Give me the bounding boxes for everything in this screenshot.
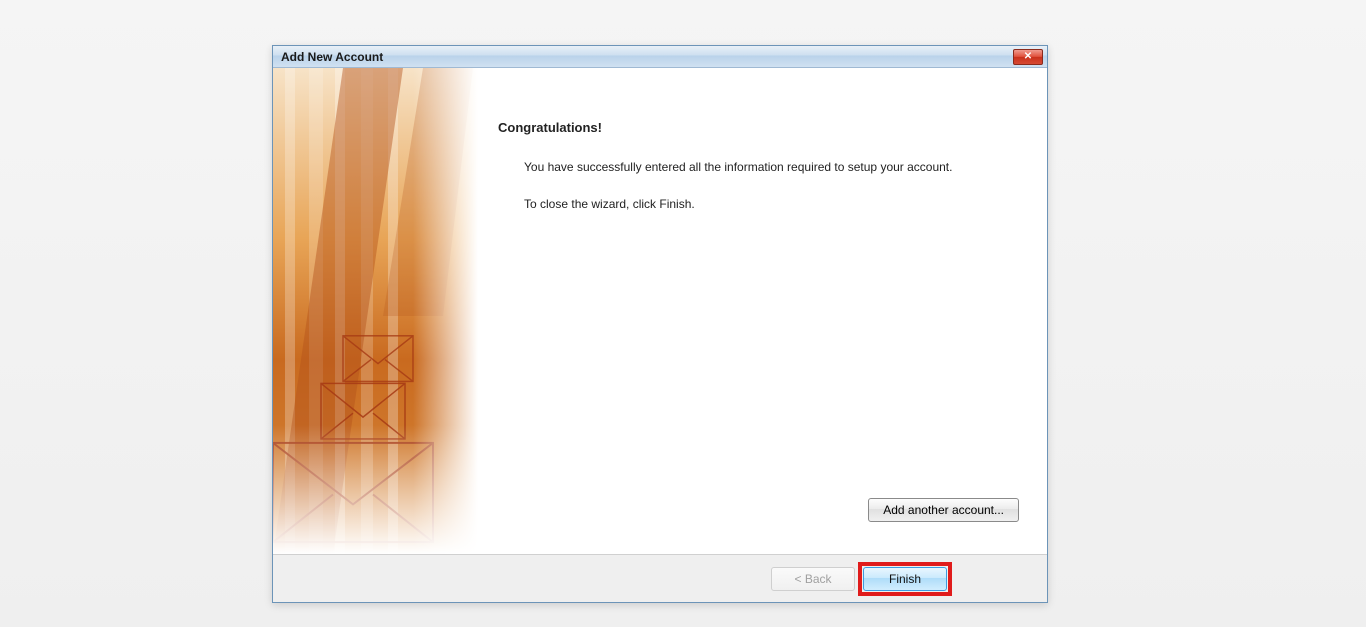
wizard-side-graphic bbox=[273, 68, 478, 554]
finish-button[interactable]: Finish bbox=[863, 567, 947, 591]
add-another-account-button[interactable]: Add another account... bbox=[868, 498, 1019, 522]
back-button: < Back bbox=[771, 567, 855, 591]
close-button[interactable]: ✕ bbox=[1013, 49, 1043, 65]
success-message: You have successfully entered all the in… bbox=[524, 159, 1019, 176]
dialog-title: Add New Account bbox=[281, 50, 383, 64]
title-bar[interactable]: Add New Account ✕ bbox=[273, 46, 1047, 68]
close-icon: ✕ bbox=[1024, 52, 1032, 62]
body-text: You have successfully entered all the in… bbox=[498, 159, 1019, 213]
main-content: Congratulations! You have successfully e… bbox=[478, 68, 1047, 554]
content-area: Congratulations! You have successfully e… bbox=[273, 68, 1047, 554]
button-bar: < Back Finish bbox=[273, 554, 1047, 602]
close-instruction: To close the wizard, click Finish. bbox=[524, 196, 1019, 213]
add-account-dialog: Add New Account ✕ bbox=[272, 45, 1048, 603]
finish-button-highlight: Finish bbox=[863, 567, 947, 591]
heading-congratulations: Congratulations! bbox=[498, 120, 1019, 135]
